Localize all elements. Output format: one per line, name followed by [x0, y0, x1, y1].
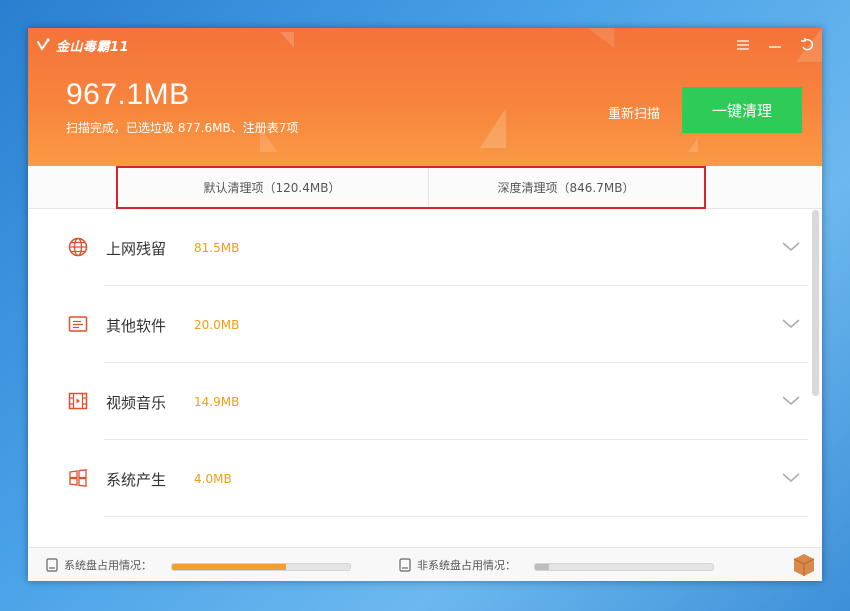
category-size: 4.0MB	[194, 472, 232, 486]
tab-default-clean[interactable]: 默认清理项（120.4MB）	[116, 166, 428, 208]
one-click-clean-button[interactable]: 一键清理	[682, 87, 802, 133]
document-icon	[68, 316, 88, 332]
windows-icon	[69, 469, 87, 487]
category-label: 视频音乐	[106, 394, 167, 412]
category-list: 上网残留 81.5MB 其他软件 20.0MB 视频音乐 14.9MB 系统产生…	[28, 209, 822, 547]
divider	[104, 516, 808, 517]
rescan-link[interactable]: 重新扫描	[608, 103, 660, 122]
nonsystem-disk-usage: 非系统盘占用情况：	[399, 557, 516, 573]
window-controls	[734, 36, 816, 54]
system-disk-bar-fill	[172, 564, 286, 570]
scrollbar[interactable]	[812, 210, 819, 396]
category-size: 20.0MB	[194, 318, 240, 332]
list-item-other-software[interactable]: 其他软件 20.0MB	[28, 286, 808, 363]
scan-summary: 扫描完成，已选垃圾 877.6MB、注册表7项	[66, 121, 299, 135]
disk-icon	[399, 558, 411, 572]
app-logo: 金山毒霸11	[36, 34, 129, 56]
app-title: 金山毒霸11	[56, 39, 130, 55]
total-junk-size: 967.1MB	[66, 78, 190, 111]
decor-triangle	[280, 32, 294, 48]
category-size: 14.9MB	[194, 395, 240, 409]
system-disk-usage: 系统盘占用情况：	[46, 557, 152, 573]
menu-icon[interactable]	[734, 36, 752, 54]
chevron-down-icon[interactable]	[782, 395, 800, 407]
back-icon[interactable]	[798, 36, 816, 54]
system-disk-bar	[171, 563, 351, 571]
decor-triangle	[588, 28, 614, 48]
minimize-icon[interactable]	[766, 36, 784, 54]
header: 金山毒霸11 967.1MB 扫描完成，已选垃圾 877.6MB、注册表7项 重…	[28, 28, 822, 166]
nonsystem-disk-label: 非系统盘占用情况：	[417, 559, 516, 572]
chevron-down-icon[interactable]	[782, 472, 800, 484]
chevron-down-icon[interactable]	[782, 241, 800, 253]
tab-bar: 默认清理项（120.4MB） 深度清理项（846.7MB）	[28, 166, 822, 209]
status-footer: 系统盘占用情况： 非系统盘占用情况：	[28, 547, 822, 581]
decor-triangle	[688, 138, 698, 152]
category-label: 上网残留	[106, 240, 167, 258]
system-disk-label: 系统盘占用情况：	[64, 559, 152, 572]
globe-icon	[68, 237, 88, 257]
disk-icon	[46, 558, 58, 572]
category-size: 81.5MB	[194, 241, 240, 255]
nonsystem-disk-bar-fill	[535, 564, 550, 570]
tab-deep-clean[interactable]: 深度清理项（846.7MB）	[428, 166, 703, 208]
logo-icon	[37, 38, 50, 51]
box-icon[interactable]	[792, 551, 816, 577]
list-item-video-music[interactable]: 视频音乐 14.9MB	[28, 363, 808, 440]
category-label: 其他软件	[106, 317, 167, 335]
main-window: 金山毒霸11 967.1MB 扫描完成，已选垃圾 877.6MB、注册表7项 重…	[28, 28, 822, 581]
chevron-down-icon[interactable]	[782, 318, 800, 330]
nonsystem-disk-bar	[534, 563, 714, 571]
film-icon	[68, 392, 88, 410]
decor-triangle	[480, 108, 506, 148]
list-item-web-residue[interactable]: 上网残留 81.5MB	[28, 209, 808, 286]
category-label: 系统产生	[106, 471, 167, 489]
list-item-system-generated[interactable]: 系统产生 4.0MB	[28, 440, 808, 517]
